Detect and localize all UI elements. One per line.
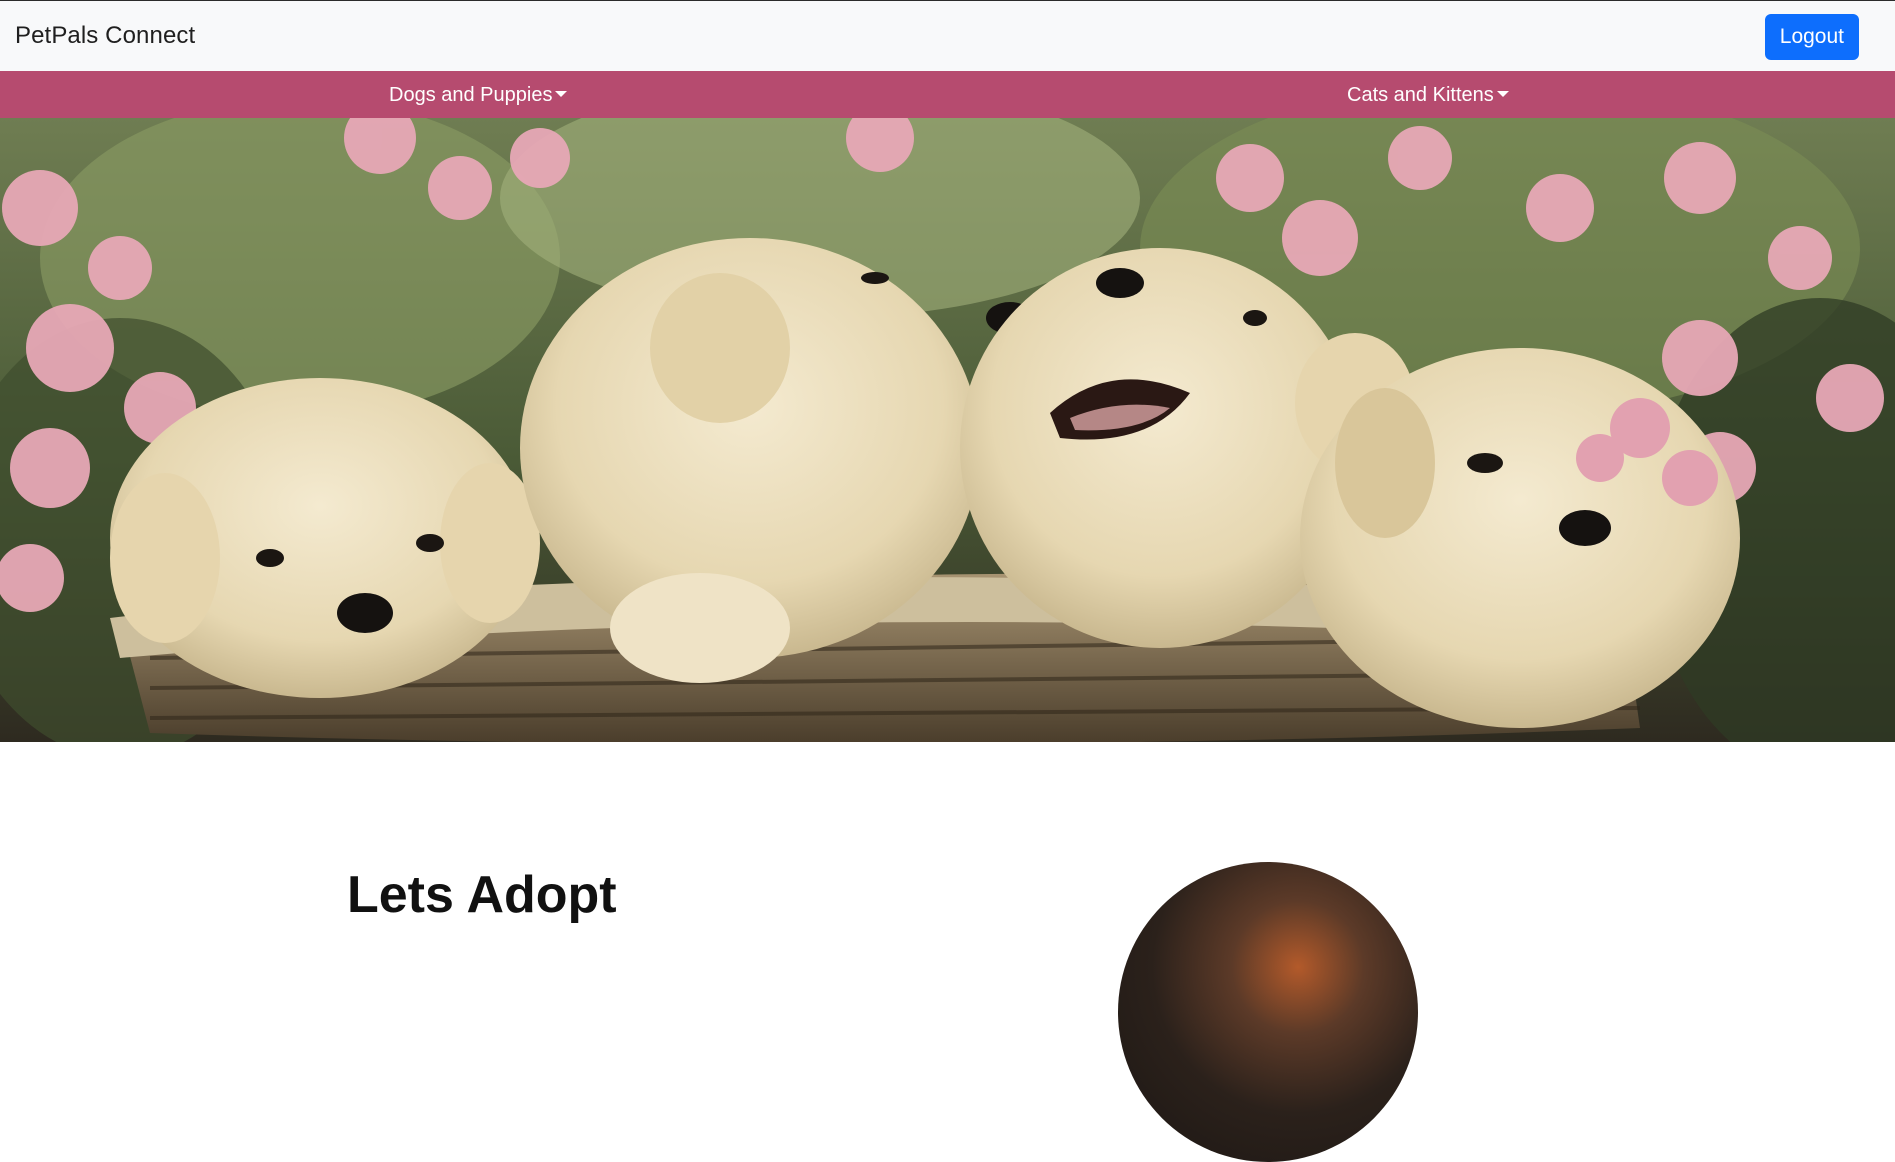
logout-button[interactable]: Logout — [1764, 14, 1859, 60]
circular-pet-photo — [1118, 862, 1418, 1162]
hero-image — [0, 118, 1895, 742]
cats-kittens-label: Cats and Kittens — [1347, 84, 1494, 106]
caret-down-icon — [1496, 91, 1509, 97]
caret-down-icon — [555, 91, 568, 97]
top-navbar: PetPals Connect Logout — [0, 0, 1895, 71]
brand-name[interactable]: PetPals Connect — [15, 22, 195, 50]
section-title: Lets Adopt — [347, 866, 617, 924]
dogs-puppies-dropdown[interactable]: Dogs and Puppies — [389, 83, 568, 107]
category-navbar: Dogs and Puppies Cats and Kittens — [0, 71, 1895, 118]
adopt-section: Lets Adopt — [0, 742, 1895, 1162]
puppies-basket-illustration — [0, 118, 1895, 742]
cats-kittens-dropdown[interactable]: Cats and Kittens — [1347, 83, 1509, 107]
dogs-puppies-label: Dogs and Puppies — [389, 84, 553, 106]
